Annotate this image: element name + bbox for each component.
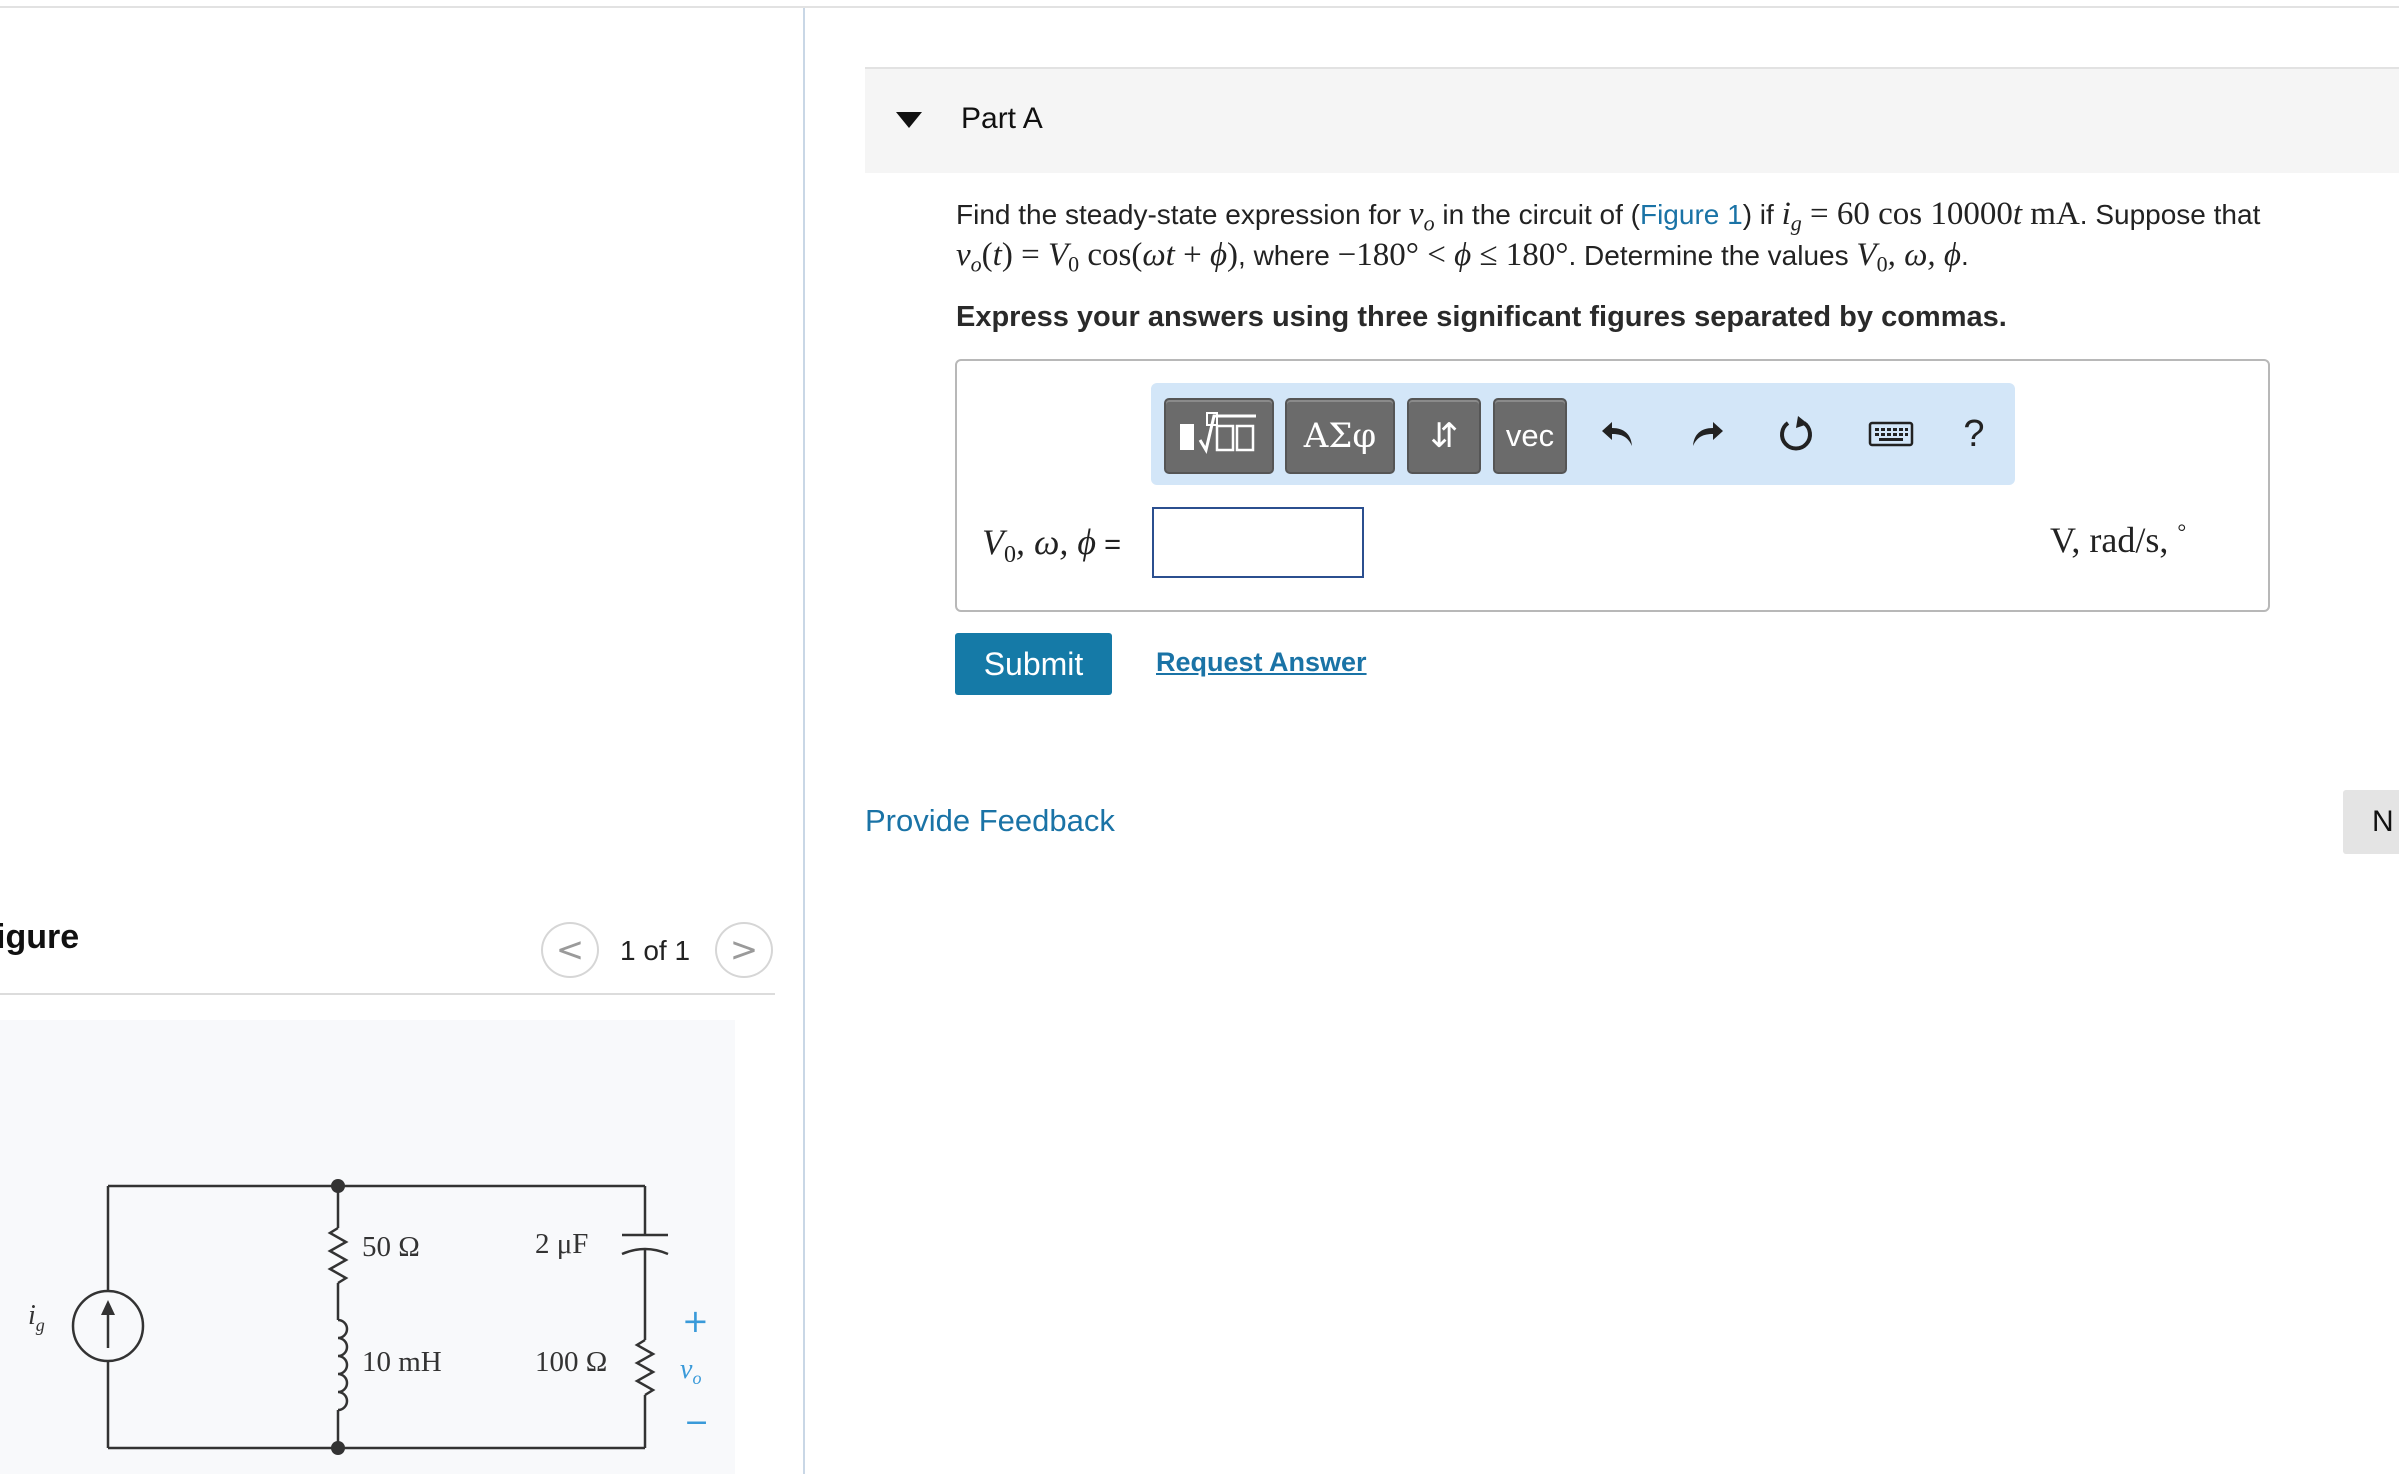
figure-panel-title: igure <box>0 918 80 956</box>
c1-label: 2 μF <box>535 1228 588 1260</box>
next-button[interactable]: N <box>2343 790 2399 854</box>
question-line-2: vo(t) = V0 cos(ωt + ϕ), where −180° < ϕ … <box>956 237 1969 277</box>
chevron-right-icon: > <box>729 930 759 970</box>
figure-counter: 1 of 1 <box>620 935 691 966</box>
page: igure < 1 of 1 > ig 50 Ω 10 mH 2 μF 100 … <box>0 0 2399 1474</box>
redo-icon[interactable] <box>1678 405 1736 463</box>
help-button[interactable]: ? <box>1945 405 2003 463</box>
inductor-10mh <box>337 1318 349 1412</box>
arrow-up-icon <box>101 1300 115 1315</box>
chevron-left-icon: < <box>555 930 585 970</box>
minus-sign: − <box>684 1405 709 1440</box>
request-answer-link[interactable]: Request Answer <box>1156 647 1367 678</box>
template-icon <box>1180 412 1256 454</box>
resistor-50 <box>327 1226 349 1285</box>
undo-icon[interactable] <box>1589 405 1647 463</box>
figure-1-link[interactable]: Figure 1 <box>1640 199 1743 230</box>
greek-symbols-button[interactable]: ΑΣφ <box>1285 398 1395 474</box>
answer-input[interactable] <box>1152 507 1364 578</box>
top-divider <box>0 6 2399 8</box>
source-label: ig <box>28 1300 45 1335</box>
provide-feedback-link[interactable]: Provide Feedback <box>865 803 1115 839</box>
r1-label: 50 Ω <box>362 1231 420 1263</box>
reset-icon[interactable] <box>1767 405 1825 463</box>
previous-figure-button[interactable]: < <box>541 922 599 978</box>
l1-label: 10 mH <box>362 1346 442 1378</box>
resistor-100 <box>634 1338 656 1397</box>
templates-button[interactable] <box>1164 398 1274 474</box>
vo-label: vo <box>680 1354 701 1388</box>
part-a-title: Part A <box>961 102 1043 135</box>
question-line-1: Find the steady-state expression for vo … <box>956 196 2261 236</box>
plus-sign: + <box>682 1302 709 1340</box>
circuit-diagram: ig 50 Ω 10 mH 2 μF 100 Ω + vo − <box>28 1179 709 1455</box>
figure-header-divider <box>0 993 775 995</box>
answer-label: V0, ω, ϕ = <box>982 522 1122 569</box>
part-a-header[interactable] <box>865 67 2399 173</box>
next-figure-button[interactable]: > <box>715 922 773 978</box>
answer-units: V, rad/s, ° <box>2050 519 2187 560</box>
math-toolbar: ΑΣφ ⇵ vec ? <box>1151 383 2015 485</box>
arrows-button[interactable]: ⇵ <box>1407 398 1481 474</box>
collapse-caret-icon[interactable] <box>896 112 922 128</box>
submit-button[interactable]: Submit <box>955 633 1112 695</box>
r2-label: 100 Ω <box>535 1346 607 1378</box>
vector-button[interactable]: vec <box>1493 398 1567 474</box>
panel-divider <box>803 8 805 1474</box>
instruction-text: Express your answers using three signifi… <box>956 301 2007 333</box>
keyboard-icon[interactable] <box>1856 405 1926 463</box>
